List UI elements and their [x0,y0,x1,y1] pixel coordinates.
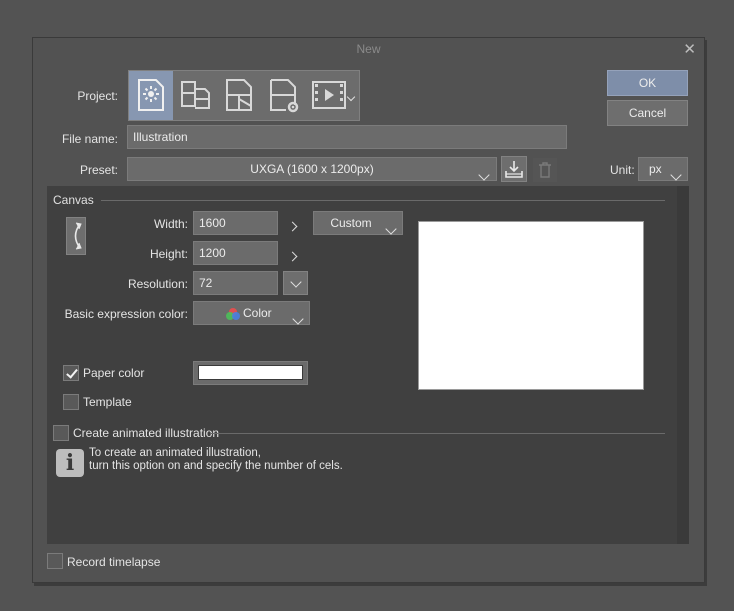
color-icon [226,308,240,320]
paper-color-label: Paper color [83,366,145,380]
expression-color-select[interactable]: Color [193,301,310,325]
comic-icon [226,79,252,111]
template-label: Template [83,395,132,409]
unit-value: px [649,162,662,176]
new-dialog: New ✕ Project: File name: Illustration P… [32,37,705,583]
dialog-title: New [356,42,381,56]
record-timelapse-label: Record timelapse [67,555,161,569]
trash-icon [539,162,551,178]
project-label: Project: [77,89,118,103]
expression-color-value: Color [243,306,272,320]
canvas-section-heading: Canvas [53,193,94,207]
canvas-panel: Canvas Width: 1600 Custom Height: 1200 R… [47,186,689,544]
resolution-dropdown-button[interactable] [283,271,308,295]
webtoon-icon [181,81,210,109]
template-checkbox[interactable] [63,394,79,410]
chevron-down-icon [292,308,304,330]
width-input[interactable]: 1600 [193,211,278,235]
animation-icon [312,81,346,109]
project-more-chevron-icon[interactable] [346,89,356,103]
project-comic-button[interactable] [217,71,261,120]
file-name-label: File name: [61,132,118,146]
title-bar: New ✕ [33,38,704,60]
save-preset-icon [505,161,523,178]
height-input[interactable]: 1200 [193,241,278,265]
project-webtoon-button[interactable] [173,71,217,120]
chevron-down-icon [478,164,490,186]
unit-label: Unit: [610,163,635,177]
preset-select[interactable]: UXGA (1600 x 1200px) [127,157,497,181]
paper-color-swatch [198,365,303,380]
chevron-down-icon [385,218,397,240]
unit-select[interactable]: px [638,157,688,181]
info-text-line1: To create an animated illustration, [89,447,261,459]
size-mode-select[interactable]: Custom [313,211,403,235]
project-type-selector[interactable] [128,70,360,121]
swap-dimensions-button[interactable] [66,217,86,255]
paper-color-swatch-field[interactable] [193,361,308,385]
preset-label: Preset: [79,163,118,177]
chevron-right-icon[interactable] [287,219,298,233]
info-text-line2: turn this option on and specify the numb… [89,460,343,472]
illustration-icon [138,79,164,111]
size-mode-value: Custom [330,216,372,230]
chevron-down-icon [289,275,302,289]
project-comic-settings-button[interactable] [261,71,305,120]
width-label: Width: [153,217,188,231]
close-icon[interactable]: ✕ [683,40,696,58]
height-label: Height: [149,247,188,261]
ok-button[interactable]: OK [607,70,688,96]
register-preset-button[interactable] [501,156,527,182]
divider [210,433,665,434]
swap-icon [74,222,82,250]
animated-illustration-label: Create animated illustration [73,426,220,440]
info-icon: i [56,449,84,477]
canvas-preview [418,221,644,390]
project-illustration-button[interactable] [129,71,173,120]
chevron-down-icon [670,164,682,186]
project-animation-button[interactable] [305,71,349,120]
expression-color-label: Basic expression color: [64,307,188,321]
resolution-label: Resolution: [127,277,188,291]
comic-settings-icon [270,79,299,113]
paper-color-checkbox[interactable] [63,365,79,381]
file-name-input[interactable]: Illustration [127,125,567,149]
resolution-input[interactable]: 72 [193,271,278,295]
record-timelapse-checkbox[interactable] [47,553,63,569]
preset-value: UXGA (1600 x 1200px) [250,162,374,176]
cancel-button[interactable]: Cancel [607,100,688,126]
panel-scrollbar[interactable] [677,186,689,544]
animated-illustration-checkbox[interactable] [53,425,69,441]
delete-preset-button[interactable] [533,158,557,182]
chevron-right-icon[interactable] [287,249,298,263]
divider [101,200,665,201]
